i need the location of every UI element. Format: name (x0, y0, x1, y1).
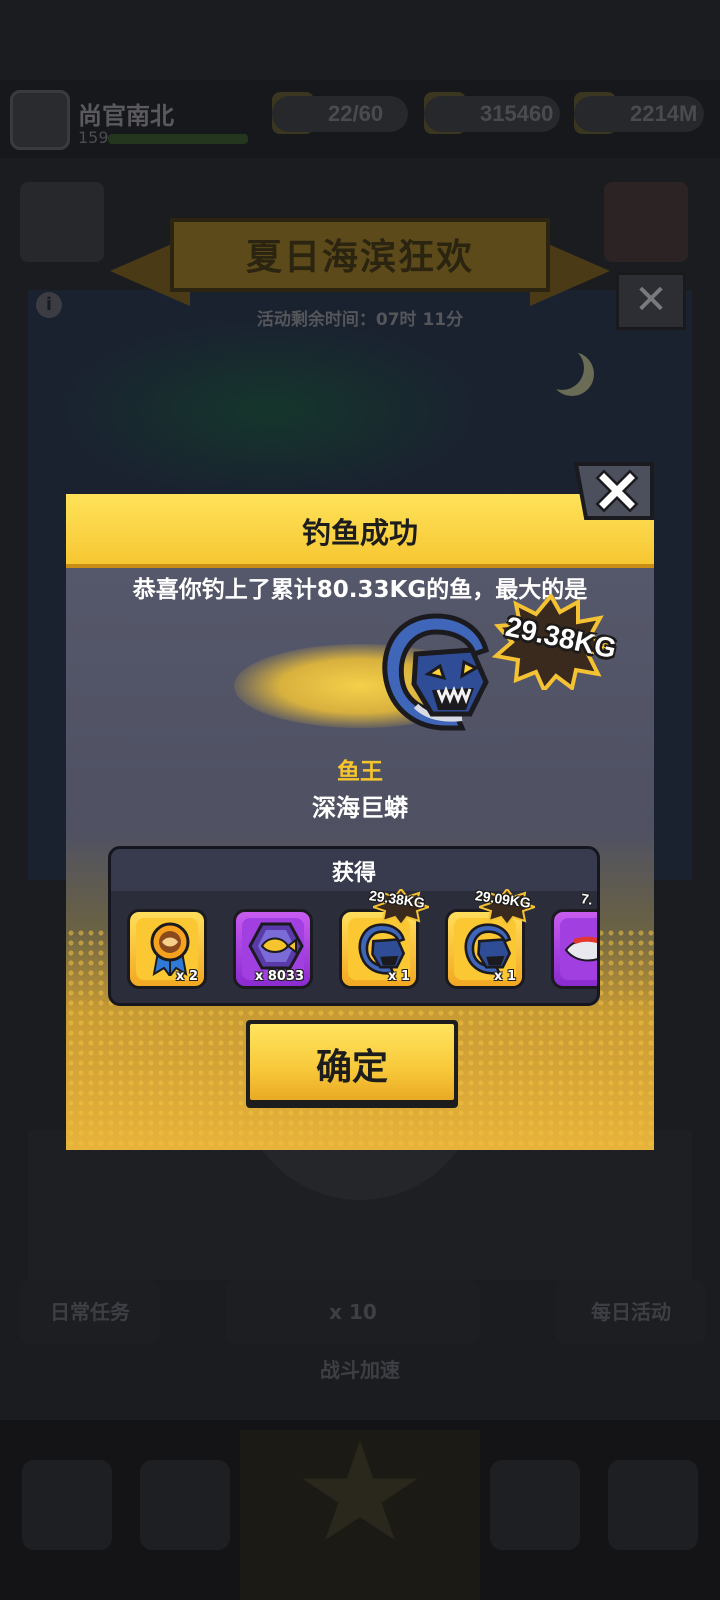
moon-icon (540, 346, 584, 390)
reward-qty: x 8033 (254, 969, 304, 984)
medal-badge-icon (150, 922, 190, 976)
aurora-decoration (60, 320, 480, 500)
rewards-panel: 获得 x 2 x 8033 x 1 x 1 29.38KG 29.09KG 7. (108, 846, 600, 1006)
player-level: 159 (78, 128, 109, 147)
sea-serpent-icon (464, 923, 512, 975)
coin-counter: 315460 (424, 96, 560, 132)
nav-item-2[interactable] (140, 1460, 230, 1550)
fish-rank-label: 鱼王 (337, 759, 383, 785)
nav-item-5[interactable] (608, 1460, 698, 1550)
player-name: 尚官南北 (78, 102, 174, 130)
event-timer: 活动剩余时间：07时 11分 (256, 310, 464, 330)
xp-bar (108, 134, 248, 144)
event-close-button[interactable]: ✕ (616, 272, 686, 330)
fish-token-icon (248, 922, 304, 970)
daily-event-button[interactable]: 每日活动 (556, 1280, 706, 1344)
fish-name-label: 深海巨蟒 (312, 794, 408, 822)
rewards-title: 获得 (331, 861, 376, 886)
fishing-success-dialog: 钓鱼成功 恭喜你钓上了累计80.33KG的鱼，最大的是 29.38KG 鱼王 深… (66, 494, 654, 1150)
reward-item-medal[interactable]: x 2 (127, 909, 207, 989)
close-icon[interactable] (572, 460, 656, 522)
confirm-label: 确定 (315, 1047, 388, 1088)
guild-war-button[interactable] (604, 182, 688, 262)
reward-item-red-fish[interactable]: x (551, 909, 597, 989)
reward-weight-tag: 7. (579, 890, 594, 908)
gem-counter: 2214M (574, 96, 704, 132)
reward-qty: x 2 (176, 969, 198, 984)
battle-speed-label: 战斗加速 (320, 1358, 400, 1382)
event-title: 夏日海滨狂欢 (245, 237, 474, 278)
reward-item-fish-token[interactable]: x 8033 (233, 909, 313, 989)
dialog-title: 钓鱼成功 (301, 516, 418, 550)
nav-item-4[interactable] (490, 1460, 580, 1550)
reward-qty: x 1 (388, 969, 410, 984)
info-icon[interactable]: i (36, 292, 62, 318)
cast-cost-button[interactable]: x 10 (226, 1280, 480, 1344)
menu-button[interactable] (20, 182, 104, 262)
sea-serpent-icon (358, 923, 406, 975)
reward-qty: x 1 (494, 969, 516, 984)
daily-task-button[interactable]: 日常任务 (20, 1280, 160, 1344)
energy-counter: 22/60 (272, 96, 408, 132)
nav-item-1[interactable] (22, 1460, 112, 1550)
red-fish-icon (564, 936, 597, 962)
confirm-button[interactable]: 确定 (246, 1020, 458, 1108)
player-avatar (10, 90, 70, 150)
sea-serpent-icon (382, 613, 490, 731)
